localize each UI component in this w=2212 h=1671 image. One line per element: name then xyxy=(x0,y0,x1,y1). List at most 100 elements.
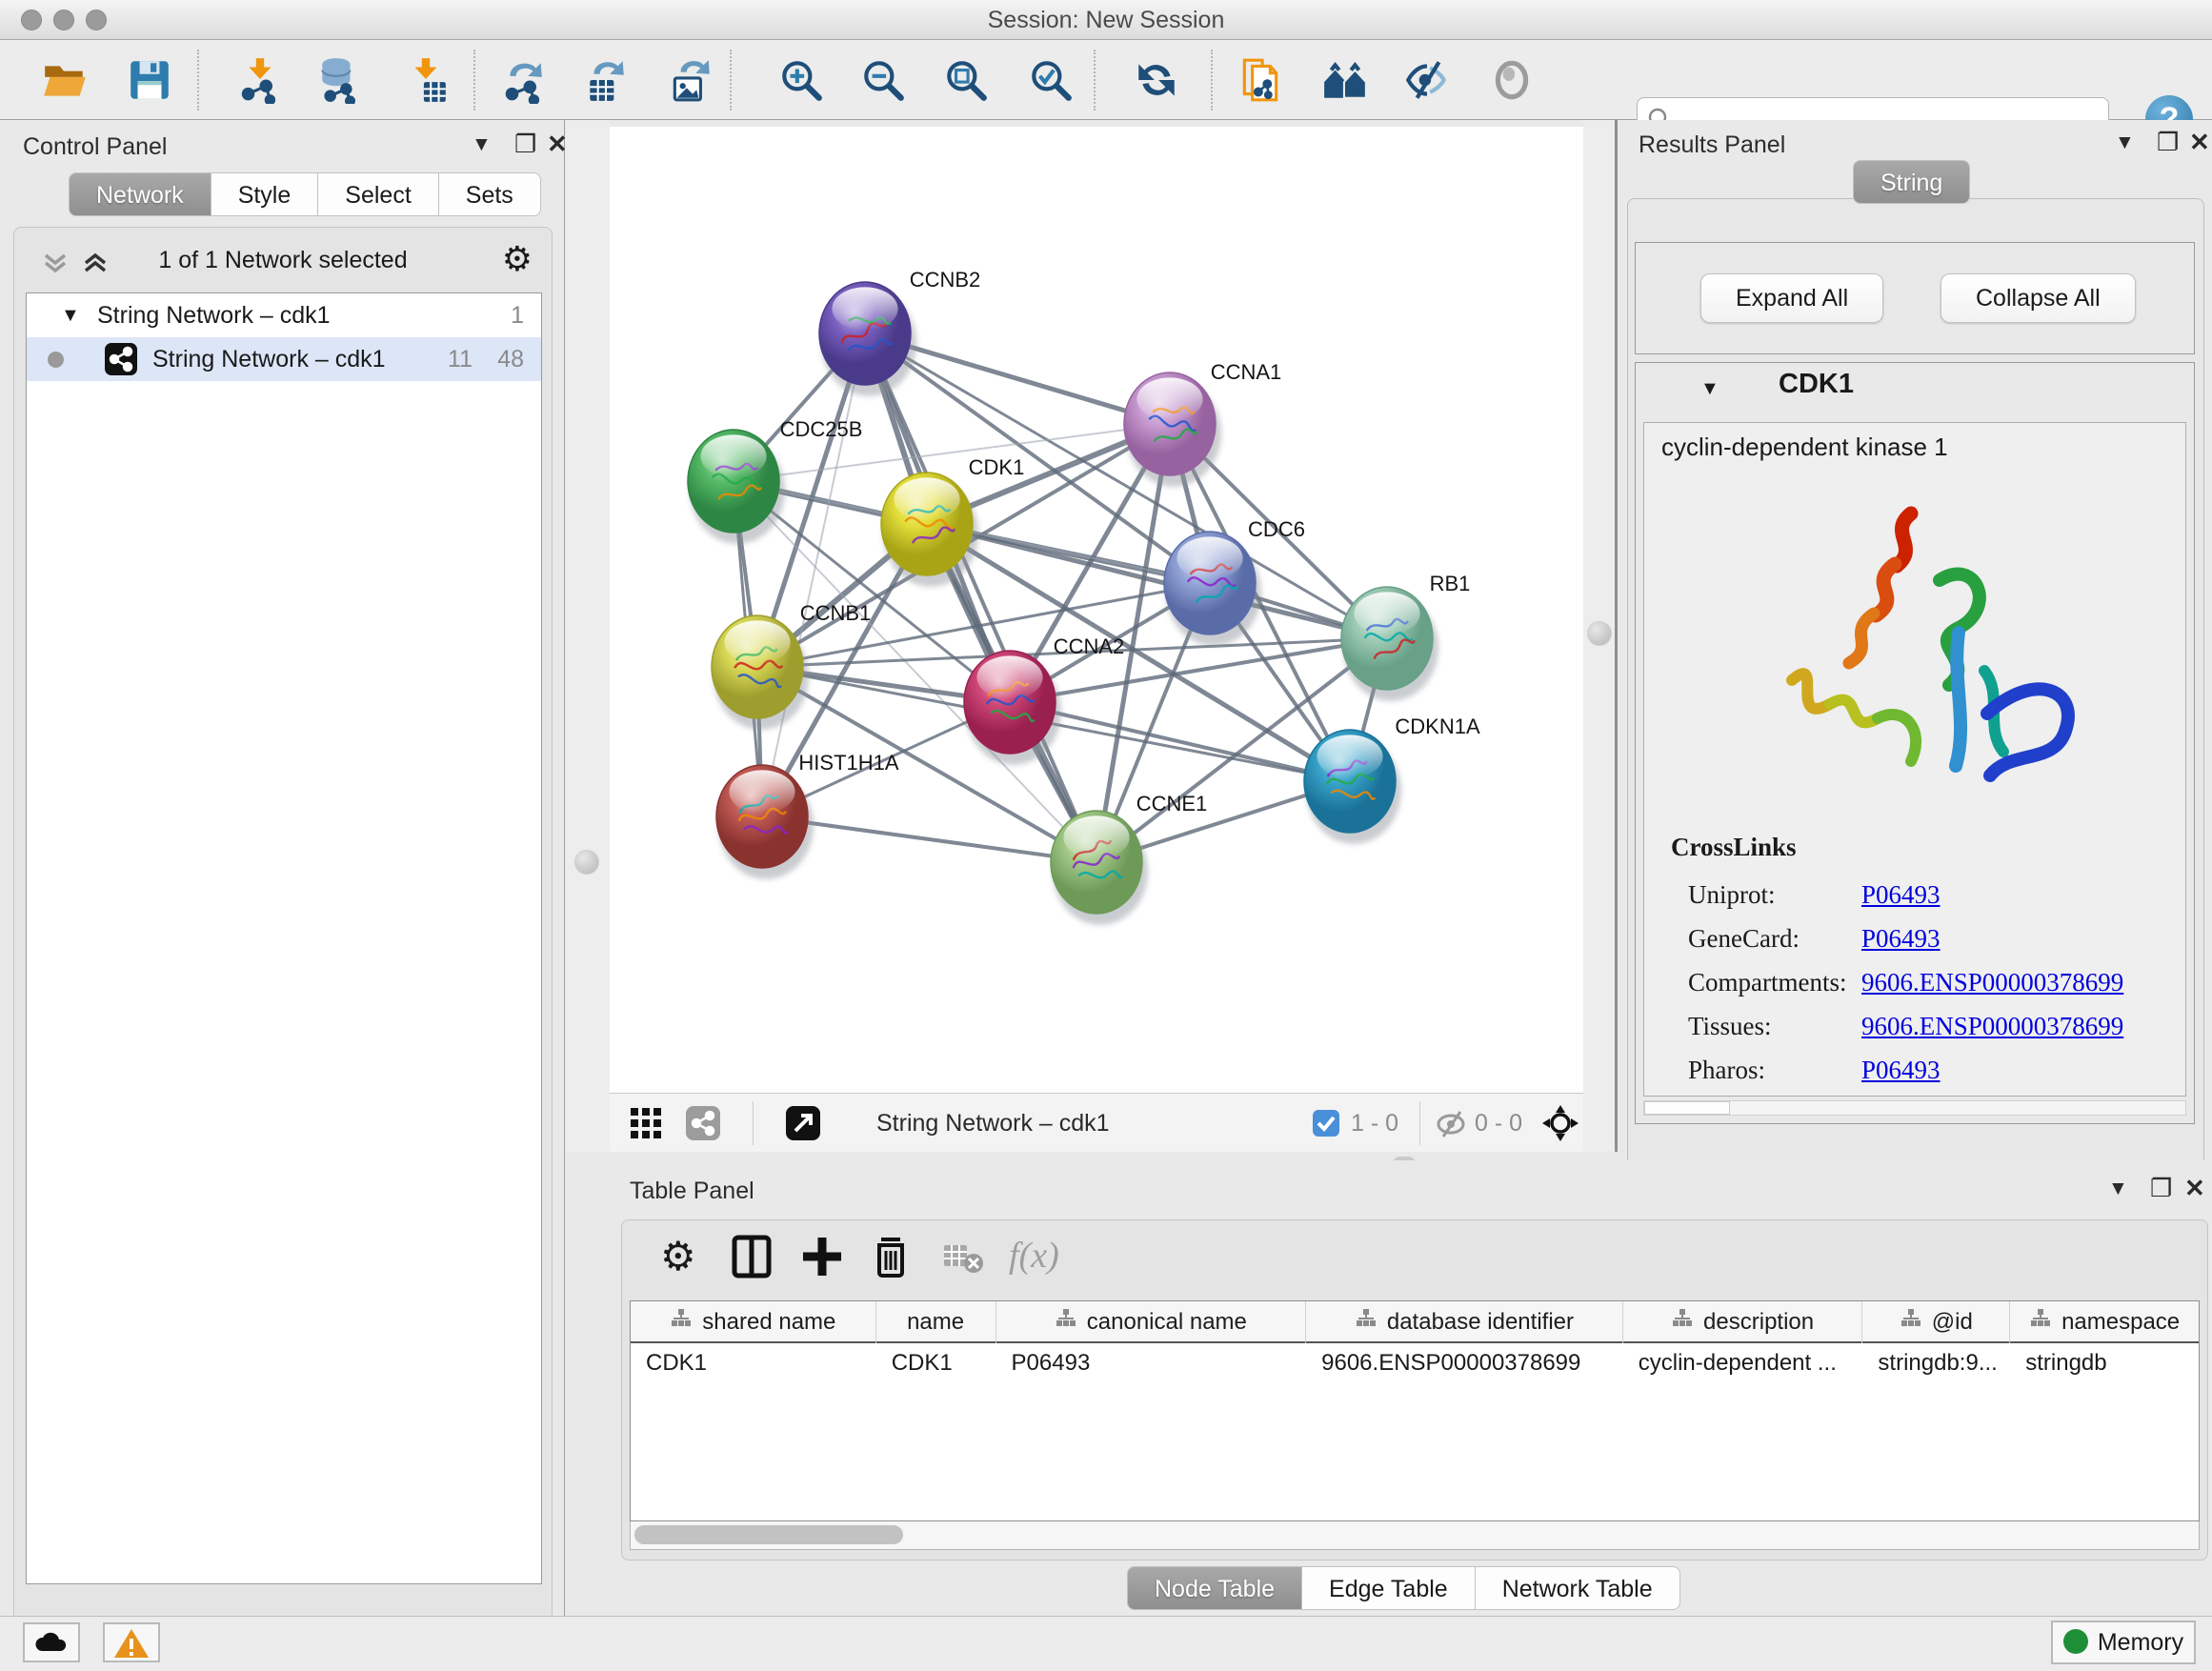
network-node-CCNA1[interactable] xyxy=(1124,372,1221,487)
zoom-fit-icon[interactable] xyxy=(942,56,990,104)
export-network-icon[interactable] xyxy=(500,56,548,104)
network-node-CCNB2[interactable] xyxy=(819,282,916,396)
network-collection-row[interactable]: ▼ String Network – cdk1 1 xyxy=(27,293,541,337)
table-row[interactable]: CDK1 CDK1 P06493 9606.ENSP00000378699 cy… xyxy=(631,1343,2199,1383)
column-header-shared-name[interactable]: shared name xyxy=(631,1301,876,1343)
zoom-out-icon[interactable] xyxy=(859,56,907,104)
network-edge[interactable] xyxy=(865,333,1096,862)
table-panel-float-icon[interactable]: ❐ xyxy=(2150,1174,2172,1203)
tab-network-table[interactable]: Network Table xyxy=(1476,1566,1680,1610)
crosslink-link[interactable]: 9606.ENSP00000378699 xyxy=(1861,1012,2123,1041)
tab-string[interactable]: String xyxy=(1853,160,1970,204)
right-splitter-knob[interactable] xyxy=(1587,621,1612,646)
network-node-CDK1[interactable] xyxy=(881,473,978,587)
column-header-canonical-name[interactable]: canonical name xyxy=(996,1301,1307,1343)
network-node-CDC6[interactable] xyxy=(1164,532,1261,646)
tab-edge-table[interactable]: Edge Table xyxy=(1302,1566,1476,1610)
show-columns-icon[interactable] xyxy=(729,1234,774,1279)
table-scrollbar-thumb[interactable] xyxy=(634,1525,903,1544)
cell-canonical-name[interactable]: P06493 xyxy=(996,1343,1307,1383)
show-graphics-icon[interactable] xyxy=(1488,56,1536,104)
network-canvas[interactable]: CCNB2CCNA1CDC25BCDK1CDC6RB1CCNB1CCNA2CDK… xyxy=(610,127,1583,1093)
cell-id[interactable]: stringdb:9... xyxy=(1862,1343,2010,1383)
cell-namespace[interactable]: stringdb xyxy=(2010,1343,2199,1383)
column-header-description[interactable]: description xyxy=(1623,1301,1863,1343)
tab-node-table[interactable]: Node Table xyxy=(1127,1566,1302,1610)
column-header-name[interactable]: name xyxy=(876,1301,996,1343)
expand-all-button[interactable]: Expand All xyxy=(1700,273,1883,323)
hide-unhide-icon[interactable] xyxy=(1403,56,1451,104)
cell-shared-name[interactable]: CDK1 xyxy=(631,1343,876,1383)
column-header-database-identifier[interactable]: database identifier xyxy=(1306,1301,1623,1343)
network-node-RB1[interactable] xyxy=(1341,587,1438,701)
left-splitter-knob[interactable] xyxy=(574,850,599,875)
crosslink-link[interactable]: P06493 xyxy=(1861,880,1941,910)
gene-collapse-triangle-icon[interactable]: ▼ xyxy=(1700,378,1719,400)
node-label-CDC25B: CDC25B xyxy=(780,417,863,441)
results-panel-float-icon[interactable]: ❐ xyxy=(2157,128,2179,157)
save-session-icon[interactable] xyxy=(126,56,173,104)
column-header-id[interactable]: @id xyxy=(1862,1301,2010,1343)
toolbar-separator xyxy=(1211,50,1213,111)
results-scrollbar-thumb[interactable] xyxy=(1644,1101,1730,1115)
control-panel-close-icon[interactable]: ✕ xyxy=(547,130,568,159)
table-panel-collapse-icon[interactable]: ▼ xyxy=(2108,1178,2128,1200)
cell-description[interactable]: cyclin-dependent ... xyxy=(1623,1343,1863,1383)
crosslink-link[interactable]: 9606.ENSP00000378699 xyxy=(1861,968,2123,997)
network-node-CCNA2[interactable] xyxy=(964,651,1061,765)
right-splitter[interactable] xyxy=(1583,120,1618,1152)
network-options-gear-icon[interactable]: ⚙ xyxy=(502,239,533,279)
tab-sets[interactable]: Sets xyxy=(439,172,541,216)
clipboard-network-icon[interactable] xyxy=(1237,56,1284,104)
warning-status-button[interactable] xyxy=(103,1622,160,1662)
export-table-icon[interactable] xyxy=(582,56,630,104)
selected-checkbox-icon[interactable] xyxy=(1313,1110,1339,1137)
zoom-selected-icon[interactable] xyxy=(1027,56,1075,104)
table-panel-body: ⚙ f(x) shared name name canonical name d… xyxy=(621,1219,2208,1560)
network-edge[interactable] xyxy=(927,524,1387,638)
network-node-CDKN1A[interactable] xyxy=(1304,730,1401,844)
cell-name[interactable]: CDK1 xyxy=(876,1343,996,1383)
delete-column-icon[interactable] xyxy=(868,1234,914,1279)
control-panel-float-icon[interactable]: ❐ xyxy=(514,130,536,159)
collapse-all-button[interactable]: Collapse All xyxy=(1941,273,2136,323)
column-header-namespace[interactable]: namespace xyxy=(2010,1301,2199,1343)
network-row[interactable]: String Network – cdk1 11 48 xyxy=(27,337,541,381)
import-database-icon[interactable] xyxy=(314,56,362,104)
crosslink-link[interactable]: P06493 xyxy=(1861,924,1941,954)
left-splitter[interactable] xyxy=(566,120,610,1152)
open-in-window-icon[interactable] xyxy=(786,1106,820,1140)
memory-status-dot-icon xyxy=(2063,1629,2088,1654)
node-label-CDC6: CDC6 xyxy=(1248,517,1305,541)
open-session-icon[interactable] xyxy=(41,56,89,104)
refresh-icon[interactable] xyxy=(1133,56,1180,104)
collection-collapse-triangle-icon[interactable]: ▼ xyxy=(61,293,80,337)
tab-style[interactable]: Style xyxy=(211,172,319,216)
crosshair-move-icon[interactable] xyxy=(1541,1104,1579,1147)
cloud-status-button[interactable] xyxy=(23,1622,80,1662)
table-horizontal-scrollbar[interactable] xyxy=(630,1521,2200,1550)
network-node-HIST1H1A[interactable] xyxy=(716,765,814,879)
results-panel-close-icon[interactable]: ✕ xyxy=(2189,128,2210,157)
birds-eye-share-icon[interactable] xyxy=(686,1106,720,1140)
network-node-CCNE1[interactable] xyxy=(1051,811,1148,925)
import-table-icon[interactable] xyxy=(402,56,450,104)
table-panel-close-icon[interactable]: ✕ xyxy=(2184,1174,2205,1203)
add-column-icon[interactable] xyxy=(799,1234,845,1279)
export-image-icon[interactable] xyxy=(667,56,714,104)
memory-button[interactable]: Memory xyxy=(2051,1621,2196,1664)
grid-view-icon[interactable] xyxy=(629,1106,663,1140)
control-panel-collapse-icon[interactable]: ▼ xyxy=(472,133,492,156)
results-panel-collapse-icon[interactable]: ▼ xyxy=(2115,131,2135,154)
tab-network[interactable]: Network xyxy=(69,172,211,216)
import-network-icon[interactable] xyxy=(236,56,284,104)
home-layouts-icon[interactable] xyxy=(1321,56,1369,104)
cell-database-identifier[interactable]: 9606.ENSP00000378699 xyxy=(1306,1343,1623,1383)
crosslink-link[interactable]: P06493 xyxy=(1861,1056,1941,1085)
results-horizontal-scrollbar[interactable] xyxy=(1643,1100,2186,1116)
zoom-in-icon[interactable] xyxy=(777,56,825,104)
table-options-gear-icon[interactable]: ⚙ xyxy=(660,1234,706,1279)
crosslinks-section: CrossLinks Uniprot:P06493 GeneCard:P0649… xyxy=(1671,833,2166,1099)
tab-select[interactable]: Select xyxy=(318,172,438,216)
network-node-CDC25B[interactable] xyxy=(688,430,785,544)
